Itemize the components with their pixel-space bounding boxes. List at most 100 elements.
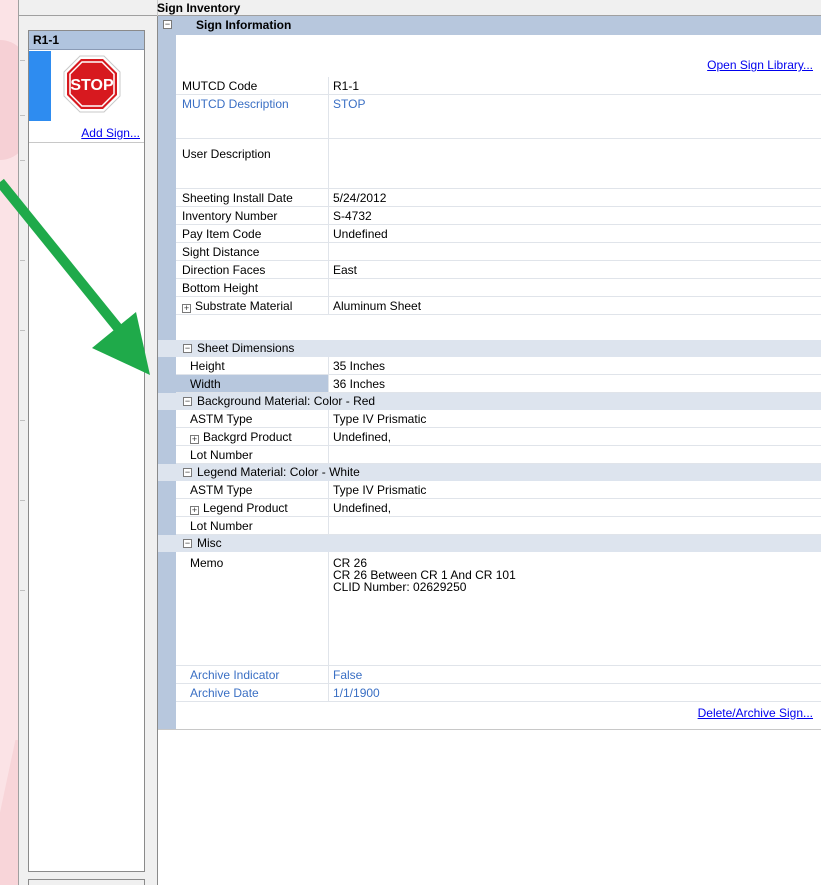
prop-value[interactable]: S-4732 [329, 207, 821, 225]
prop-value[interactable]: Type IV Prismatic [329, 481, 821, 499]
prop-row-height[interactable]: Height 35 Inches [176, 357, 821, 375]
prop-row-lot-number[interactable]: Lot Number [176, 517, 821, 535]
category-legend-material[interactable]: − Legend Material: Color - White [158, 464, 821, 481]
prop-value: False [333, 668, 363, 682]
prop-name: Lot Number [190, 448, 253, 462]
prop-row-sight-distance[interactable]: Sight Distance [176, 243, 821, 261]
category-label: Sheet Dimensions [197, 341, 295, 355]
expand-icon[interactable]: + [182, 304, 191, 313]
prop-name: ASTM Type [190, 412, 253, 426]
delete-archive-sign-link[interactable]: Delete/Archive Sign... [698, 706, 813, 720]
prop-name: + Legend Product [176, 499, 328, 517]
delete-archive-row: Delete/Archive Sign... [176, 704, 821, 721]
category-label: Sign Information [196, 18, 292, 32]
prop-value[interactable]: Undefined [329, 225, 821, 243]
prop-name: Sight Distance [182, 245, 260, 259]
category-label: Misc [197, 536, 222, 550]
prop-value[interactable]: East [329, 261, 821, 279]
grid-gutter [158, 16, 176, 729]
prop-row-substrate-material[interactable]: + Substrate Material Aluminum Sheet [176, 297, 821, 315]
prop-value[interactable] [329, 139, 821, 189]
left-splitter[interactable] [20, 30, 26, 885]
prop-value: 1/1/1900 [333, 686, 380, 700]
prop-row-archive-indicator[interactable]: Archive Indicator False [176, 666, 821, 684]
panel-title: Sign Inventory [157, 1, 241, 15]
prop-value[interactable]: Type IV Prismatic [329, 410, 821, 428]
prop-row-direction-faces[interactable]: Direction Faces East [176, 261, 821, 279]
open-sign-library-link[interactable]: Open Sign Library... [707, 58, 813, 72]
sign-list-header: R1-1 [29, 31, 144, 50]
prop-row-pay-item-code[interactable]: Pay Item Code Undefined [176, 225, 821, 243]
stop-sign-icon: STOP [62, 54, 122, 114]
prop-value[interactable]: 35 Inches [329, 357, 821, 375]
prop-name: Direction Faces [182, 263, 266, 277]
prop-name: Sheeting Install Date [182, 191, 293, 205]
panel-header: Sign Inventory [19, 0, 821, 16]
prop-row-backgrd-product[interactable]: + Backgrd Product Undefined, [176, 428, 821, 446]
expand-icon[interactable]: + [190, 435, 199, 444]
prop-name: Bottom Height [182, 281, 259, 295]
prop-row-legend-product[interactable]: + Legend Product Undefined, [176, 499, 821, 517]
prop-row-mutcd-code[interactable]: MUTCD Code R1-1 [176, 77, 821, 95]
collapse-icon[interactable]: − [183, 397, 192, 406]
prop-row-astm-type[interactable]: ASTM Type Type IV Prismatic [176, 410, 821, 428]
collapse-icon[interactable]: − [163, 20, 172, 29]
prop-name: + Substrate Material [176, 297, 328, 315]
prop-name-label: Substrate Material [195, 299, 293, 313]
prop-value[interactable]: R1-1 [329, 77, 821, 95]
prop-row-user-description[interactable]: User Description [176, 139, 821, 189]
prop-name: Pay Item Code [182, 227, 262, 241]
category-misc[interactable]: − Misc [158, 535, 821, 552]
green-arrow-annotation [0, 178, 150, 375]
category-label: Background Material: Color - Red [197, 394, 376, 408]
prop-row-mutcd-description[interactable]: MUTCD Description STOP [176, 95, 821, 139]
prop-value[interactable] [329, 446, 821, 464]
prop-name: Archive Date [190, 686, 259, 700]
prop-value[interactable] [329, 243, 821, 261]
category-sheet-dimensions[interactable]: − Sheet Dimensions [158, 340, 821, 357]
prop-name-label: Backgrd Product [203, 430, 292, 444]
prop-row-lot-number[interactable]: Lot Number [176, 446, 821, 464]
prop-row-archive-date[interactable]: Archive Date 1/1/1900 [176, 684, 821, 702]
stop-sign-text: STOP [70, 77, 114, 94]
prop-name: Memo [190, 556, 224, 570]
prop-value[interactable]: 36 Inches [329, 375, 821, 393]
add-sign-link[interactable]: Add Sign... [81, 126, 140, 140]
list-divider [29, 142, 144, 143]
grid-bottom-border [158, 729, 821, 730]
prop-row-width[interactable]: Width 36 Inches [176, 375, 821, 393]
prop-value[interactable]: CR 26 CR 26 Between CR 1 And CR 101 CLID… [329, 552, 821, 666]
prop-value[interactable] [329, 517, 821, 535]
prop-name-selected: Width [176, 375, 328, 393]
prop-value[interactable]: Aluminum Sheet [329, 297, 821, 315]
prop-row-sheeting-install-date[interactable]: Sheeting Install Date 5/24/2012 [176, 189, 821, 207]
collapse-icon[interactable]: − [183, 344, 192, 353]
prop-name: ASTM Type [190, 483, 253, 497]
prop-value[interactable] [329, 279, 821, 297]
prop-value[interactable]: Undefined, [329, 499, 821, 517]
prop-name: User Description [182, 147, 271, 161]
prop-row-astm-type[interactable]: ASTM Type Type IV Prismatic [176, 481, 821, 499]
prop-value[interactable]: Undefined, [329, 428, 821, 446]
prop-value[interactable]: 5/24/2012 [329, 189, 821, 207]
list-panel-footer [28, 879, 145, 885]
open-library-row: Open Sign Library... [176, 56, 821, 73]
prop-name: + Backgrd Product [176, 428, 328, 446]
prop-row-inventory-number[interactable]: Inventory Number S-4732 [176, 207, 821, 225]
prop-name: Inventory Number [182, 209, 278, 223]
prop-name: Archive Indicator [190, 668, 280, 682]
expand-icon[interactable]: + [190, 506, 199, 515]
category-background-material[interactable]: − Background Material: Color - Red [158, 393, 821, 410]
category-sign-information[interactable]: − Sign Information [158, 16, 821, 35]
prop-name-label: Legend Product [203, 501, 288, 515]
prop-row-memo[interactable]: Memo CR 26 CR 26 Between CR 1 And CR 101… [176, 552, 821, 666]
collapse-icon[interactable]: − [183, 539, 192, 548]
collapse-icon[interactable]: − [183, 468, 192, 477]
sign-list-item[interactable]: STOP [29, 51, 144, 121]
prop-name: Height [190, 359, 225, 373]
prop-row-bottom-height[interactable]: Bottom Height [176, 279, 821, 297]
sign-inventory-window: Sign Inventory R1-1 STOP Add Sign... − S… [18, 0, 821, 885]
sign-list-panel: R1-1 STOP Add Sign... [28, 30, 145, 872]
property-grid: − Sign Information Open Sign Library... … [157, 16, 821, 885]
category-label: Legend Material: Color - White [197, 465, 360, 479]
